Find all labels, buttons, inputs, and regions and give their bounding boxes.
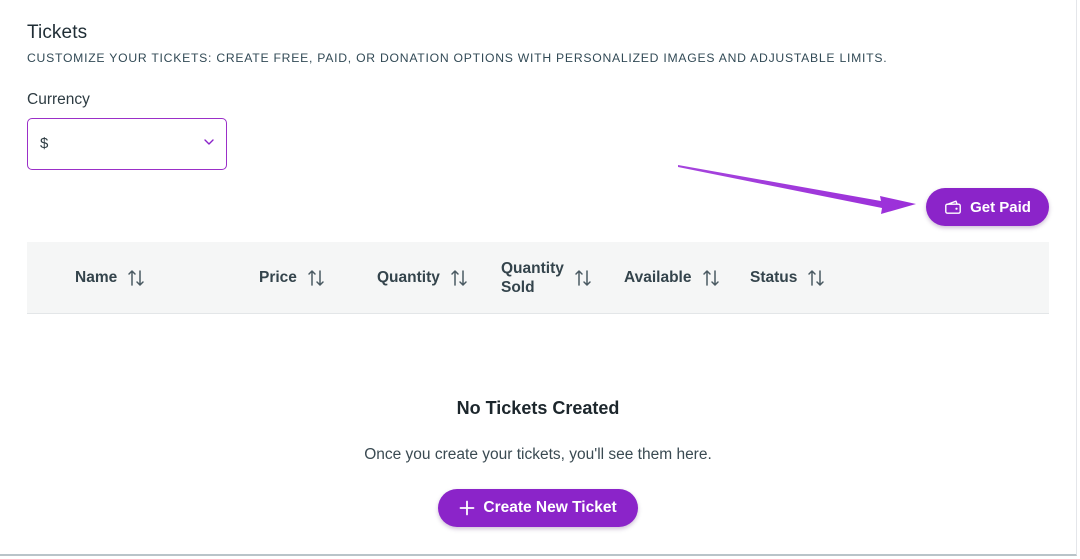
tickets-table-header: Name Price Quantity Quantity Sold Availa… <box>27 242 1049 314</box>
column-label: Available <box>624 269 692 286</box>
page-title: Tickets <box>27 22 88 43</box>
tickets-panel: Tickets CUSTOMIZE YOUR TICKETS: CREATE F… <box>0 0 1077 556</box>
column-header-available[interactable]: Available <box>624 242 720 314</box>
create-new-ticket-label: Create New Ticket <box>483 499 617 516</box>
column-label: Name <box>75 269 118 286</box>
column-label: Price <box>259 269 297 286</box>
get-paid-button[interactable]: Get Paid <box>926 188 1049 226</box>
column-header-status[interactable]: Status <box>750 242 825 314</box>
currency-label: Currency <box>27 91 90 108</box>
sort-arrows-icon <box>575 270 591 286</box>
plus-icon <box>459 500 475 516</box>
annotation-arrow <box>678 165 916 214</box>
chevron-down-icon <box>204 139 214 145</box>
column-label-line2: Sold <box>501 279 535 296</box>
sort-arrows-icon <box>308 270 324 286</box>
column-header-price[interactable]: Price <box>259 242 325 314</box>
currency-select[interactable]: $ <box>27 118 227 170</box>
page-subtitle: CUSTOMIZE YOUR TICKETS: CREATE FREE, PAI… <box>27 51 888 65</box>
column-label-two-line: Quantity Sold <box>501 259 564 297</box>
sort-arrows-icon <box>702 270 719 286</box>
wallet-icon <box>945 200 961 214</box>
empty-state-message: Once you create your tickets, you'll see… <box>364 446 712 463</box>
column-label: Status <box>750 269 798 286</box>
column-label-line1: Quantity <box>501 260 564 277</box>
column-header-quantity[interactable]: Quantity <box>377 242 468 314</box>
column-label: Quantity <box>377 269 440 286</box>
sort-arrows-icon <box>808 270 825 286</box>
column-header-quantity-sold[interactable]: Quantity Sold <box>501 242 592 314</box>
currency-selected-value: $ <box>40 135 49 152</box>
column-header-name[interactable]: Name <box>75 242 145 314</box>
create-new-ticket-button[interactable]: Create New Ticket <box>438 489 638 527</box>
sort-arrows-icon <box>451 270 467 286</box>
get-paid-label: Get Paid <box>970 198 1031 216</box>
sort-arrows-icon <box>128 270 144 286</box>
empty-state-title: No Tickets Created <box>456 398 620 418</box>
